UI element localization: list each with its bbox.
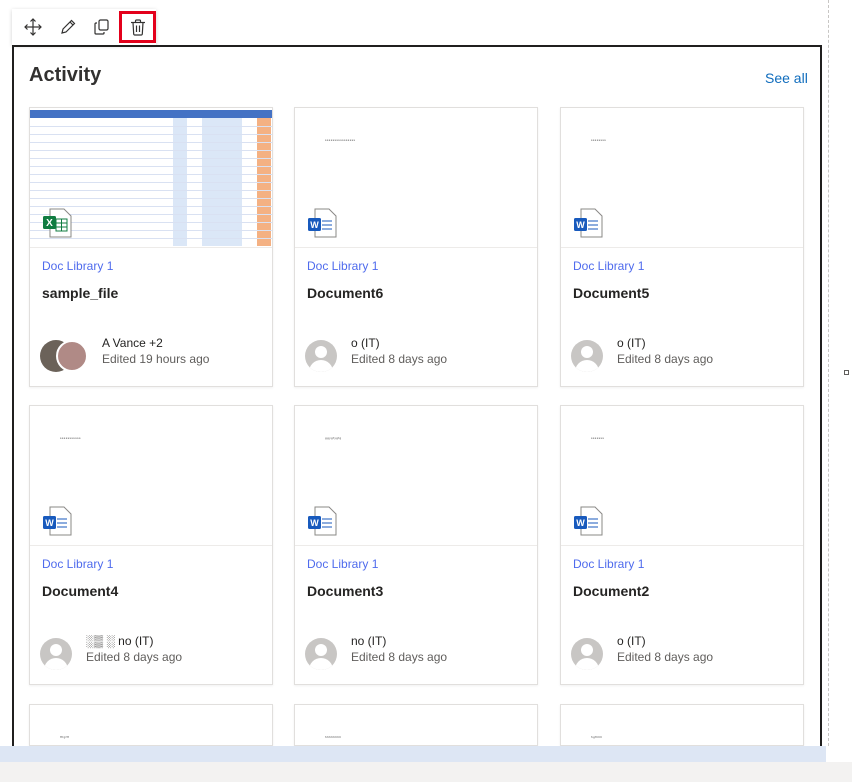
file-preview-thumbnail: sssssss W xyxy=(561,406,803,546)
svg-text:W: W xyxy=(576,220,585,230)
preview-text: hhhhhhhh xyxy=(325,735,342,739)
editor-names: A Vance +2 xyxy=(102,336,163,350)
layout-guide xyxy=(828,0,829,746)
duplicate-icon xyxy=(94,19,109,35)
bottom-strip xyxy=(0,762,852,782)
avatar xyxy=(571,340,603,372)
webpart-title: Activity xyxy=(29,64,102,86)
word-file-icon: W xyxy=(307,208,337,243)
preview-text: ggygfygfg xyxy=(325,436,342,440)
file-name[interactable]: Document4 xyxy=(42,583,118,599)
file-preview-thumbnail: ssssssssssssssss W xyxy=(295,108,537,248)
file-name[interactable]: Document3 xyxy=(307,583,383,599)
library-link[interactable]: Doc Library 1 xyxy=(573,557,644,571)
word-file-icon: W xyxy=(573,506,603,541)
preview-text: hgfhhh xyxy=(591,735,603,739)
edited-time: Edited 8 days ago xyxy=(617,650,714,664)
word-file-icon: W xyxy=(307,506,337,541)
editor-names: ░▒ ░ no (IT) xyxy=(86,634,154,648)
edit-button[interactable] xyxy=(50,9,84,45)
document-card[interactable]: sssssss W Doc Library 1 Document2 o (IT)… xyxy=(560,405,804,685)
file-preview-thumbnail: X xyxy=(30,108,272,248)
edited-time: Edited 8 days ago xyxy=(351,352,448,366)
svg-text:W: W xyxy=(45,518,54,528)
excel-file-icon: X xyxy=(42,208,72,243)
duplicate-button[interactable] xyxy=(85,9,119,45)
library-link[interactable]: Doc Library 1 xyxy=(307,557,378,571)
move-button[interactable] xyxy=(16,9,50,45)
avatar xyxy=(56,340,88,372)
editor-names: o (IT) xyxy=(617,336,646,350)
svg-text:X: X xyxy=(46,218,53,229)
see-all-link[interactable]: See all xyxy=(765,70,808,86)
edited-time: Edited 8 days ago xyxy=(351,650,448,664)
edit-pencil-icon xyxy=(60,19,76,34)
edited-time: Edited 8 days ago xyxy=(617,352,714,366)
document-card[interactable]: hgfhhh xyxy=(560,704,804,746)
file-preview-thumbnail: ggygfygfg W xyxy=(295,406,537,546)
avatar xyxy=(40,638,72,670)
library-link[interactable]: Doc Library 1 xyxy=(573,259,644,273)
document-card[interactable]: ggygfygfg W Doc Library 1 Document3 no (… xyxy=(294,405,538,685)
document-card[interactable]: X Doc Library 1 sample_file A Vance +2 E… xyxy=(29,107,273,387)
document-card[interactable]: hhhhhhhh xyxy=(294,704,538,746)
move-icon xyxy=(24,18,43,36)
library-link[interactable]: Doc Library 1 xyxy=(42,259,113,273)
editor-names: o (IT) xyxy=(351,336,380,350)
preview-text: sssssss xyxy=(591,436,605,440)
file-name[interactable]: Document6 xyxy=(307,285,383,301)
delete-trash-icon xyxy=(130,18,145,36)
edited-time: Edited 8 days ago xyxy=(86,650,183,664)
library-link[interactable]: Doc Library 1 xyxy=(42,557,113,571)
preview-text: fffgfff xyxy=(60,735,70,739)
editor-names: no (IT) xyxy=(351,634,387,648)
preview-text: ssssssss xyxy=(591,138,607,142)
file-preview-thumbnail: sssssssssss W xyxy=(30,406,272,546)
preview-text: sssssssssss xyxy=(60,436,81,440)
editor-names: o (IT) xyxy=(617,634,646,648)
webpart-toolbar xyxy=(12,9,156,45)
word-file-icon: W xyxy=(42,506,72,541)
file-name[interactable]: Document2 xyxy=(573,583,649,599)
document-card[interactable]: sssssssssss W Doc Library 1 Document4 ░▒… xyxy=(29,405,273,685)
document-card[interactable]: fffgfff xyxy=(29,704,273,746)
taskbar-strip xyxy=(0,746,826,762)
preview-text: ssssssssssssssss xyxy=(325,138,356,142)
file-name[interactable]: Document5 xyxy=(573,285,649,301)
library-link[interactable]: Doc Library 1 xyxy=(307,259,378,273)
resize-handle-right[interactable] xyxy=(844,370,849,375)
edited-time: Edited 19 hours ago xyxy=(102,352,210,366)
file-name[interactable]: sample_file xyxy=(42,285,118,301)
delete-button[interactable] xyxy=(119,11,156,43)
avatar xyxy=(305,340,337,372)
document-card[interactable]: ssssssss W Doc Library 1 Document5 o (IT… xyxy=(560,107,804,387)
avatar xyxy=(571,638,603,670)
file-preview-thumbnail: ssssssss W xyxy=(561,108,803,248)
svg-text:W: W xyxy=(576,518,585,528)
document-card[interactable]: ssssssssssssssss W Doc Library 1 Documen… xyxy=(294,107,538,387)
svg-text:W: W xyxy=(310,518,319,528)
word-file-icon: W xyxy=(573,208,603,243)
avatar xyxy=(305,638,337,670)
svg-text:W: W xyxy=(310,220,319,230)
